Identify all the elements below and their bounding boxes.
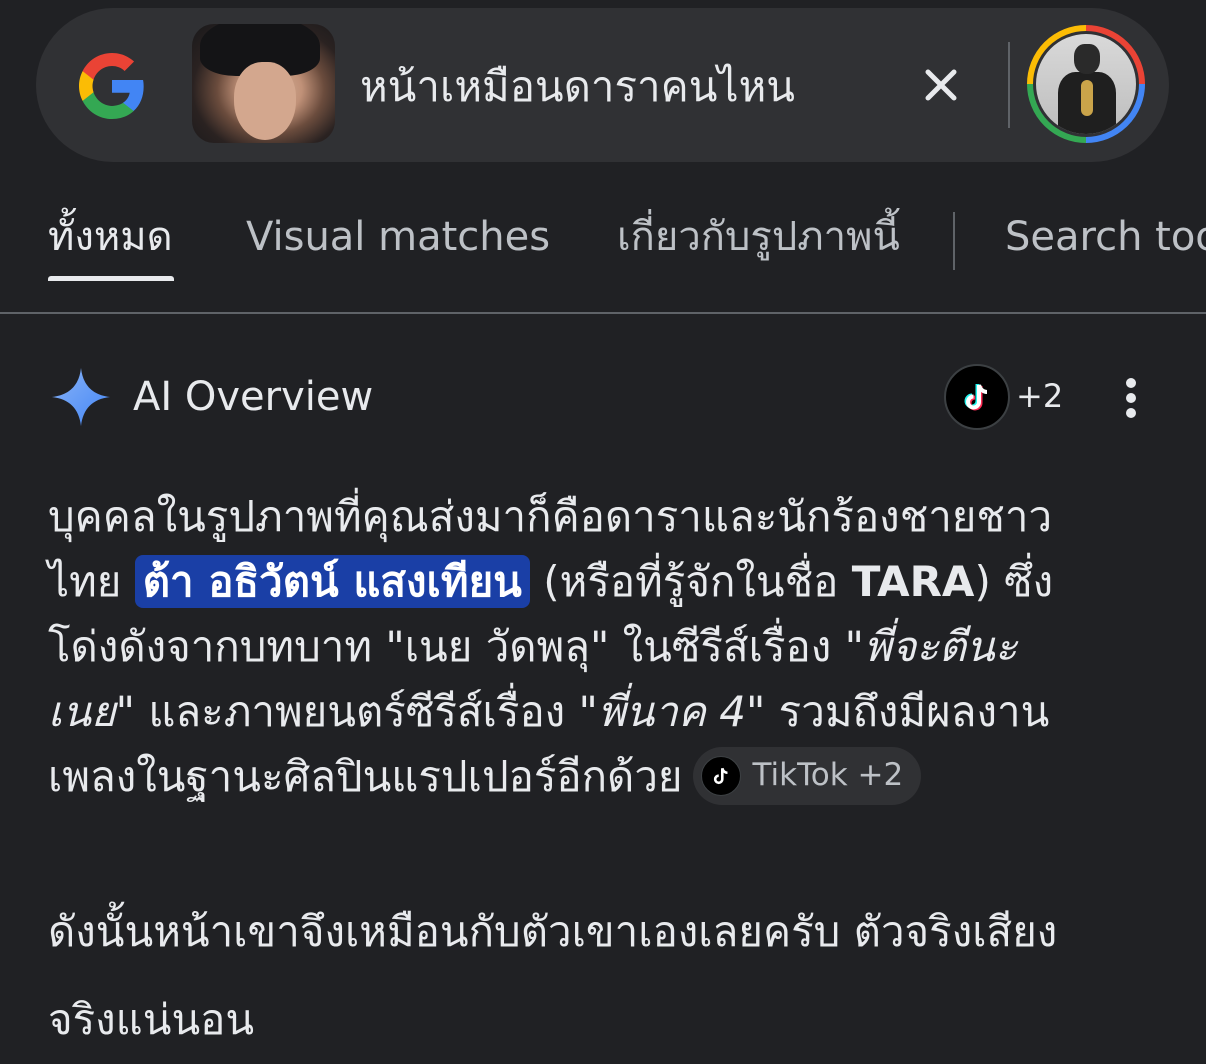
tab-search-tools[interactable]: Search tools: [1005, 210, 1206, 264]
italic-text: "พี่จะตีนะ: [844, 622, 1018, 671]
text-span: เพลงในฐานะศิลปินแรปเปอร์อีกด้วย: [48, 752, 683, 801]
italic-text: "พี่นาค 4": [578, 687, 766, 736]
google-g-icon: [79, 53, 144, 119]
avatar-chain: [1081, 80, 1093, 116]
text-span: (หรือที่รู้จักในชื่อ: [529, 557, 852, 606]
highlighted-name[interactable]: ต้า อธิวัตน์ แสงเทียน: [134, 555, 530, 608]
sources-count: +2: [1016, 377, 1064, 415]
tiktok-source-chip[interactable]: TikTok +2: [692, 746, 922, 805]
paragraph-line: ไทย ต้า อธิวัตน์ แสงเทียน (หรือที่รู้จัก…: [48, 549, 1158, 614]
search-divider: [1008, 42, 1010, 128]
ai-overview-paragraph-1: บุคคลในรูปภาพที่คุณส่งมาก็คือดาราและนักร…: [48, 484, 1158, 809]
tabs-separator: [953, 212, 955, 270]
close-icon: [925, 69, 957, 101]
text-span: และภาพยนตร์ซีรีส์เรื่อง: [135, 687, 579, 736]
paragraph-line: จริงแน่นอน: [48, 995, 255, 1044]
tab-all[interactable]: ทั้งหมด: [48, 210, 173, 264]
text-span: บุคคลในรูปภาพที่คุณส่งมาก็คือดาราและนักร…: [48, 492, 1053, 541]
bold-text: TARA: [851, 557, 975, 606]
text-span: โด่งดังจากบทบาท "เนย วัดพลุ" ในซีรีส์เรื…: [48, 622, 845, 671]
account-avatar[interactable]: [1026, 24, 1146, 144]
text-span: ไทย: [48, 557, 135, 606]
sources-chip[interactable]: +2: [944, 364, 1064, 430]
tiktok-icon: [700, 755, 741, 796]
paragraph-line: โด่งดังจากบทบาท "เนย วัดพลุ" ในซีรีส์เรื…: [48, 614, 1158, 679]
active-tab-indicator: [48, 276, 174, 281]
tabs-bottom-divider: [0, 312, 1206, 314]
search-query-text[interactable]: หน้าเหมือนดาราคนไหน: [360, 58, 795, 116]
query-image-thumbnail[interactable]: [192, 24, 335, 143]
dot: [1126, 393, 1136, 403]
more-options-button[interactable]: [1112, 376, 1152, 420]
chip-label: TikTok +2: [752, 757, 904, 793]
dot: [1126, 408, 1136, 418]
avatar-person-head: [1074, 44, 1100, 74]
paragraph-line: เพลงในฐานะศิลปินแรปเปอร์อีกด้วย TikTok +2: [48, 744, 1158, 809]
paragraph-line: บุคคลในรูปภาพที่คุณส่งมาก็คือดาราและนักร…: [48, 484, 1158, 549]
sparkle-icon: [51, 367, 111, 427]
clear-search-button[interactable]: [918, 62, 964, 108]
ai-overview-paragraph-2: ดังนั้นหน้าเขาจึงเหมือนกับตัวเขาเองเลยคร…: [48, 888, 1158, 1064]
italic-text: เนย": [48, 687, 135, 736]
text-span: รวมถึงมีผลงาน: [765, 687, 1050, 736]
dot: [1126, 378, 1136, 388]
tiktok-icon: [944, 364, 1010, 430]
ai-overview-title: AI Overview: [133, 374, 374, 420]
results-tabs: ทั้งหมด Visual matches เกี่ยวกับรูปภาพนี…: [0, 196, 1206, 286]
tab-visual-matches[interactable]: Visual matches: [246, 210, 550, 264]
text-span: ) ซึ่ง: [974, 557, 1054, 606]
paragraph-line: เนย" และภาพยนตร์ซีรีส์เรื่อง "พี่นาค 4" …: [48, 679, 1158, 744]
tab-about-this-image[interactable]: เกี่ยวกับรูปภาพนี้: [617, 210, 900, 264]
ai-overview-header: AI Overview +2: [0, 360, 1206, 440]
thumbnail-face: [234, 62, 296, 140]
paragraph-line: ดังนั้นหน้าเขาจึงเหมือนกับตัวเขาเองเลยคร…: [48, 907, 1058, 956]
avatar-photo: [1036, 34, 1136, 134]
